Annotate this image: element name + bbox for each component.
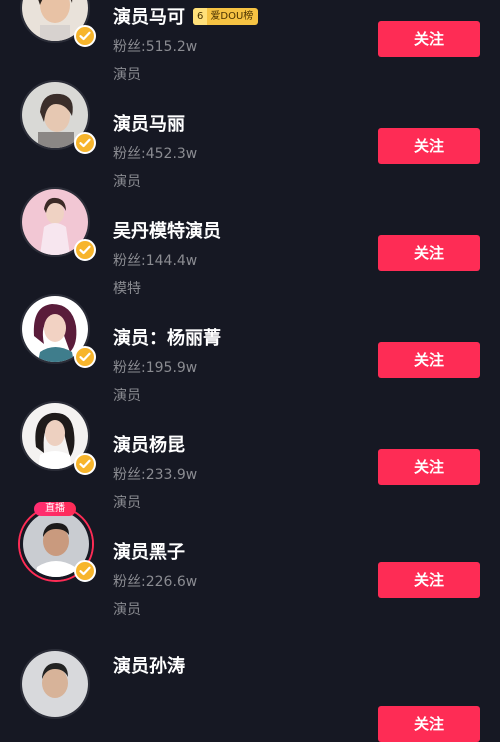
ranking-badge: 6 爱DOU榜	[193, 7, 259, 25]
verified-check-icon	[74, 453, 96, 475]
account-name: 演员马丽	[113, 114, 185, 135]
follow-button[interactable]: 关注	[378, 342, 480, 378]
follow-button[interactable]: 关注	[378, 449, 480, 485]
verified-check-icon	[74, 25, 96, 47]
follow-button[interactable]: 关注	[378, 128, 480, 164]
fan-count: 粉丝:452.3w	[113, 146, 198, 162]
live-badge: 直播	[34, 502, 76, 516]
fan-count: 粉丝:144.4w	[113, 253, 198, 269]
verified-check-icon	[74, 132, 96, 154]
account-name: 演员：杨丽菁	[113, 328, 221, 349]
avatar[interactable]	[20, 187, 96, 261]
avatar[interactable]	[20, 401, 96, 475]
fan-count: 粉丝:233.9w	[113, 467, 198, 483]
user-list: 演员马可 6 爱DOU榜 粉丝:515.2w 演员 关注 演员马丽 粉丝:452…	[0, 0, 500, 742]
avatar[interactable]	[20, 80, 96, 154]
follow-button[interactable]: 关注	[378, 706, 480, 742]
list-item[interactable]: 演员：杨丽菁 粉丝:195.9w 演员 关注	[0, 268, 500, 404]
avatar[interactable]	[20, 0, 96, 47]
follow-button[interactable]: 关注	[378, 21, 480, 57]
follow-button[interactable]: 关注	[378, 235, 480, 271]
account-name: 演员马可 6 爱DOU榜	[113, 3, 259, 29]
account-name: 吴丹模特演员	[113, 221, 221, 242]
verified-check-icon	[74, 560, 96, 582]
list-item[interactable]: 演员马丽 粉丝:452.3w 演员 关注	[0, 54, 500, 190]
avatar[interactable]: 直播	[20, 502, 96, 582]
account-name: 演员杨昆	[113, 435, 185, 456]
fan-count: 粉丝:195.9w	[113, 360, 198, 376]
verified-check-icon	[74, 239, 96, 261]
avatar[interactable]	[20, 294, 96, 368]
list-item[interactable]: 演员杨昆 粉丝:233.9w 演员 关注	[0, 375, 500, 511]
avatar[interactable]	[20, 649, 94, 723]
account-name: 演员孙涛	[113, 656, 185, 677]
fan-count: 粉丝:515.2w	[113, 39, 198, 55]
account-name: 演员黑子	[113, 542, 185, 563]
list-item[interactable]: 吴丹模特演员 粉丝:144.4w 模特 关注	[0, 161, 500, 297]
list-item[interactable]: 直播 演员黑子 粉丝:226.6w 演员 关注	[0, 482, 500, 618]
fan-count: 粉丝:226.6w	[113, 574, 198, 590]
verified-check-icon	[74, 346, 96, 368]
list-item[interactable]: 演员马可 6 爱DOU榜 粉丝:515.2w 演员 关注	[0, 0, 500, 83]
